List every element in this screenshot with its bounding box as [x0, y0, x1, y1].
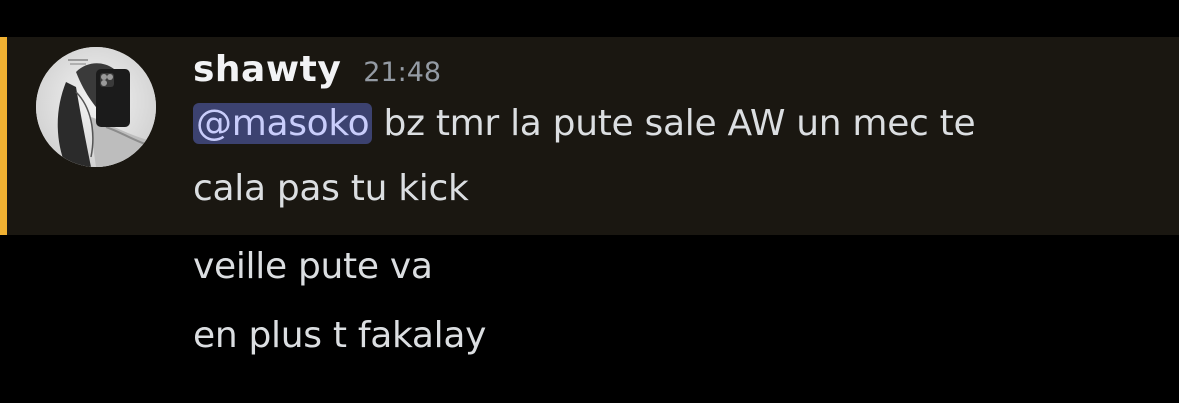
avatar[interactable] — [36, 47, 156, 167]
followup-text-1: veille pute va — [193, 246, 433, 287]
followup-message-2[interactable]: en plus t fakalay — [193, 315, 486, 356]
avatar-photo-icon — [36, 47, 156, 167]
highlighted-message[interactable]: shawty 21:48 @masoko bz tmr la pute sale … — [0, 37, 1179, 235]
followup-message-1[interactable]: veille pute va — [193, 246, 433, 287]
message-header: shawty 21:48 — [193, 49, 441, 97]
message-text-1: bz tmr la pute sale AW un mec te — [372, 103, 976, 144]
chat-view: shawty 21:48 @masoko bz tmr la pute sale … — [0, 0, 1179, 403]
message-text-2: cala pas tu kick — [193, 168, 469, 209]
user-mention[interactable]: @masoko — [193, 103, 373, 144]
message-line-1: @masoko bz tmr la pute sale AW un mec te — [193, 103, 976, 144]
timestamp[interactable]: 21:48 — [363, 57, 441, 88]
username[interactable]: shawty — [193, 49, 341, 90]
message-line-2: cala pas tu kick — [193, 168, 469, 209]
followup-text-2: en plus t fakalay — [193, 315, 487, 356]
mention-indicator-bar — [0, 37, 7, 235]
